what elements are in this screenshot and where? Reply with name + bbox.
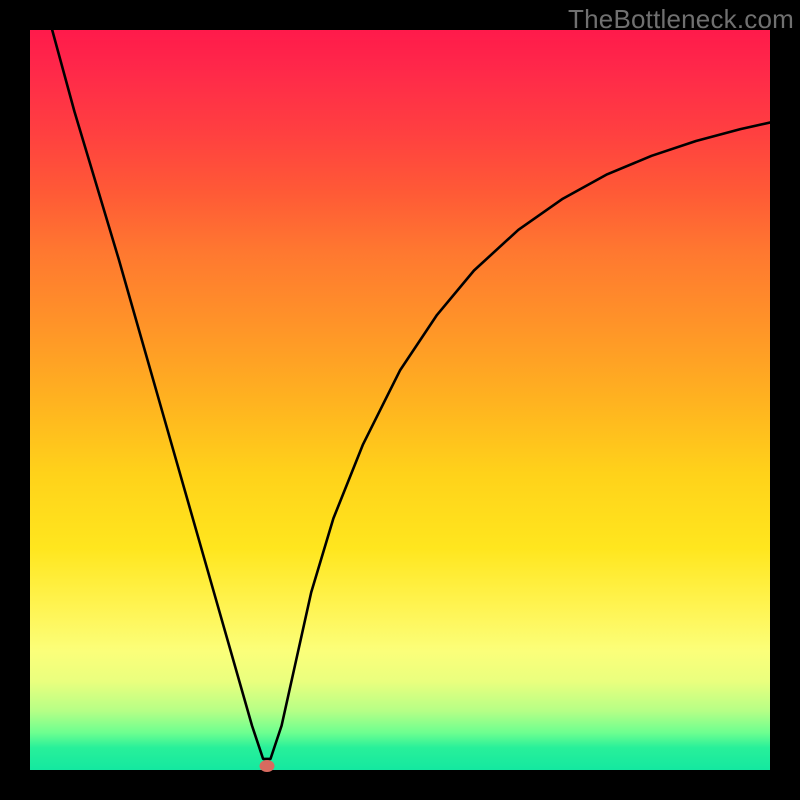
minimum-marker [259,760,274,772]
plot-area [30,30,770,770]
bottleneck-curve [30,30,770,770]
chart-frame: TheBottleneck.com [0,0,800,800]
